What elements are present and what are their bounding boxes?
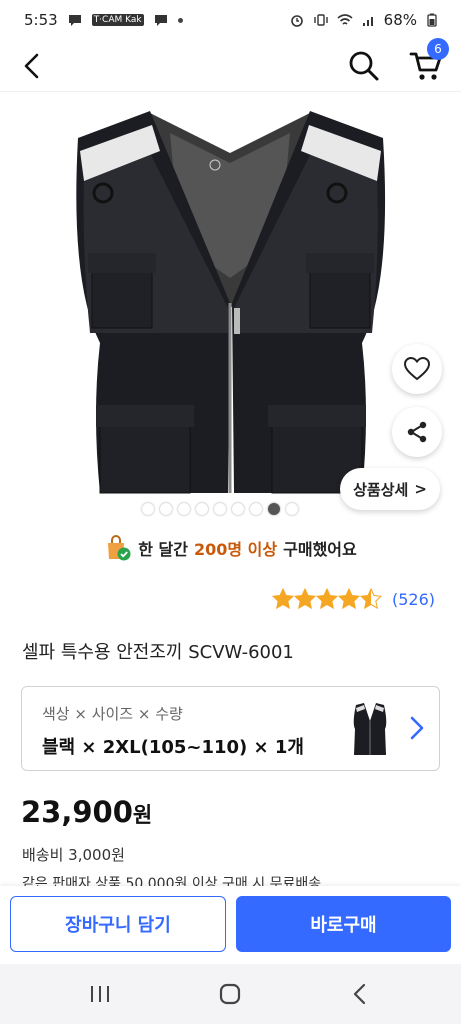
product-detail-button[interactable]: 상품상세 > [340,468,440,510]
product-price: 23,900원 [21,795,152,829]
option-chevron[interactable] [404,713,430,743]
shopping-bag-check-icon [108,535,131,561]
alarm-icon [288,13,306,27]
rating-summary[interactable]: (526) [272,588,435,610]
chat-bubble-icon [152,13,170,27]
price-amount: 23,900 [21,795,133,829]
product-image-gallery[interactable]: 상품상세 > [0,93,461,525]
pagination-dot[interactable] [160,503,172,515]
back-arrow-icon [353,983,366,1005]
chat-bubble-icon [66,13,84,27]
chevron-right-icon: > [414,480,427,498]
system-navigation-bar [0,964,461,1024]
chevron-right-icon [410,716,424,740]
pagination-dot[interactable] [142,503,154,515]
top-header [0,40,461,92]
signal-icon [360,13,378,27]
status-bar: 5:53 T·CAM Kak 68% [0,0,461,40]
news-app-icon: T·CAM Kak [91,14,144,26]
star-rating-icon [272,588,383,610]
home-icon [219,983,241,1005]
pagination-dot[interactable] [250,503,262,515]
purchase-count-notice: 한 달간 200명 이상 구매했어요 [0,530,461,566]
chevron-left-icon [24,53,39,79]
cart-count-badge: 6 [427,38,449,60]
pagination-dot[interactable] [286,503,298,515]
home-button[interactable] [210,978,250,1010]
share-button[interactable] [392,407,442,457]
back-button[interactable] [14,48,50,84]
battery-icon [423,13,441,27]
option-value: 블랙 × 2XL(105~110) × 1개 [42,737,304,758]
search-icon [349,51,379,81]
price-unit: 원 [132,803,153,827]
notification-dot-icon [177,17,183,23]
shipping-note: 같은 판매자 상품 50,000원 이상 구매 시 무료배송 [22,876,322,887]
battery-text: 68% [383,11,417,29]
gallery-pagination [142,503,298,515]
option-label: 색상 × 사이즈 × 수량 [42,705,183,723]
buy-now-button[interactable]: 바로구매 [236,896,451,952]
pagination-dot-active[interactable] [268,503,280,515]
pagination-dot[interactable] [178,503,190,515]
shipping-fee: 배송비 3,000원 [22,846,125,864]
recent-apps-icon [91,986,109,1002]
status-time: 5:53 [24,11,58,29]
option-selector[interactable]: 색상 × 사이즈 × 수량 블랙 × 2XL(105~110) × 1개 [21,686,440,771]
wishlist-button[interactable] [392,344,442,394]
system-back-button[interactable] [340,978,380,1010]
share-icon [407,421,427,443]
wifi-icon [336,13,354,27]
notice-suffix: 구매했어요 [283,540,357,559]
notice-prefix: 한 달간 [138,540,188,559]
pagination-dot[interactable] [214,503,226,515]
heart-icon [404,357,430,381]
recent-apps-button[interactable] [80,978,120,1010]
notice-highlight: 200명 이상 [193,540,278,559]
product-vest-image [76,111,386,494]
product-title: 셀파 특수용 안전조끼 SCVW-6001 [22,642,294,663]
option-thumbnail [353,703,387,755]
pagination-dot[interactable] [232,503,244,515]
search-button[interactable] [344,46,384,86]
pagination-dot[interactable] [196,503,208,515]
vibrate-icon [312,13,330,27]
add-to-cart-button[interactable]: 장바구니 담기 [10,896,226,952]
product-detail-label: 상품상세 [353,480,409,499]
bottom-action-bar: 장바구니 담기 바로구매 [0,886,461,964]
review-count[interactable]: (526) [392,590,435,609]
